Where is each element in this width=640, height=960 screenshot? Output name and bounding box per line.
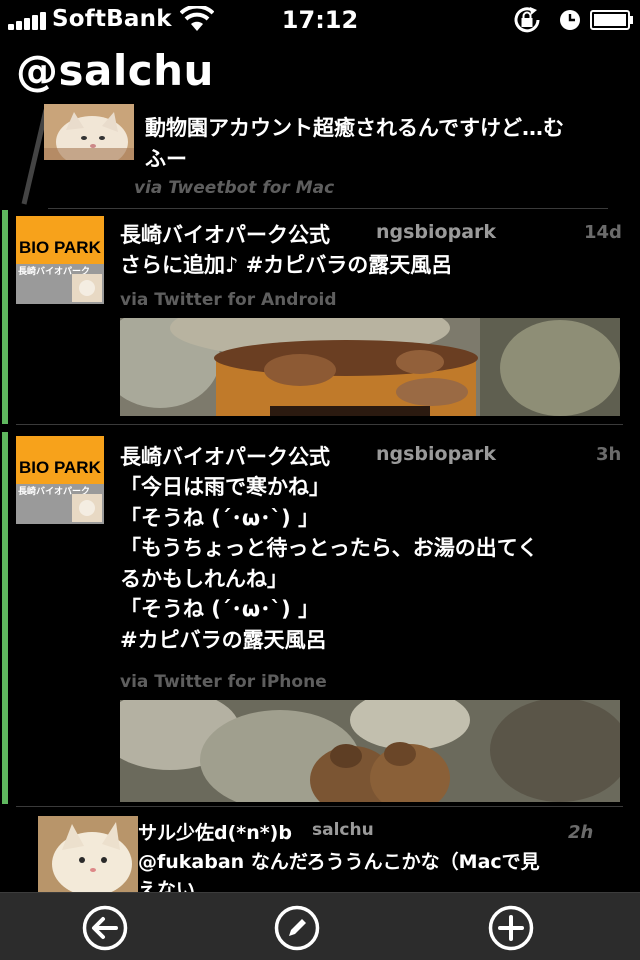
battery-icon: [590, 10, 633, 30]
tweet-via: via Tweetbot for Mac: [134, 178, 335, 198]
tweet-text: 動物園アカウント超癒されるんですけど…む ふー: [145, 116, 564, 171]
tweet-item[interactable]: サル少佐d(*n*)b salchu 2h @fukaban なんだろううんこか…: [0, 810, 640, 892]
tweet-photo[interactable]: [120, 318, 620, 416]
divider: [16, 806, 623, 807]
tweet-timestamp: 3h: [596, 444, 622, 465]
tweet-author-handle[interactable]: ngsbiopark: [376, 221, 496, 243]
avatar[interactable]: [44, 104, 134, 160]
clock: 17:12: [281, 6, 359, 34]
status-bar: SoftBank 17:12: [0, 0, 640, 40]
add-icon[interactable]: [488, 905, 534, 951]
avatar[interactable]: BIO PARK 長崎バイオパーク: [16, 436, 104, 524]
tweet-item[interactable]: BIO PARK 長崎バイオパーク 長崎バイオパーク公式 ngsbiopark …: [0, 210, 640, 426]
tweet-text: さらに追加♪ #カピバラの露天風呂: [120, 253, 453, 277]
compose-icon[interactable]: [274, 905, 320, 951]
bottom-toolbar: [0, 892, 640, 960]
tweet-author-name[interactable]: 長崎バイオパーク公式: [120, 219, 330, 249]
divider: [48, 208, 608, 209]
tweet-author-handle[interactable]: ngsbiopark: [376, 443, 496, 465]
tweet-text: @fukaban なんだろううんこかな（Macで見 えない: [138, 851, 540, 892]
tweet-photo[interactable]: [120, 700, 620, 802]
tweet-item[interactable]: 動物園アカウント超癒されるんですけど…む ふー via Tweetbot for…: [0, 104, 640, 209]
avatar[interactable]: BIO PARK 長崎バイオパーク: [16, 216, 104, 304]
new-indicator: [2, 210, 8, 424]
tweet-author-name[interactable]: サル少佐d(*n*)b: [138, 818, 292, 845]
tweet-timestamp: 2h: [568, 822, 594, 843]
avatar[interactable]: [38, 816, 138, 892]
tweet-via: via Twitter for Android: [120, 290, 337, 310]
svg-text:BIO PARK: BIO PARK: [19, 238, 102, 257]
alarm-icon: [560, 10, 580, 30]
tweet-timestamp: 14d: [584, 222, 622, 243]
tweet-via: via Twitter for iPhone: [120, 672, 327, 692]
tweet-author-handle[interactable]: salchu: [312, 820, 374, 840]
divider: [16, 424, 623, 425]
page-title: @salchu: [16, 46, 214, 95]
back-icon[interactable]: [82, 905, 128, 951]
timeline[interactable]: 動物園アカウント超癒されるんですけど…む ふー via Tweetbot for…: [0, 104, 640, 892]
svg-text:BIO PARK: BIO PARK: [19, 458, 102, 477]
tweet-author-name[interactable]: 長崎バイオパーク公式: [120, 441, 330, 471]
new-indicator: [2, 432, 8, 804]
tweet-text: 「今日は雨で寒かね」 「そうね (´･ω･`) 」 「もうちょっと待っとったら、…: [120, 475, 539, 652]
tweet-item[interactable]: BIO PARK 長崎バイオパーク 長崎バイオパーク公式 ngsbiopark …: [0, 432, 640, 808]
rotation-lock-icon: [514, 7, 540, 33]
